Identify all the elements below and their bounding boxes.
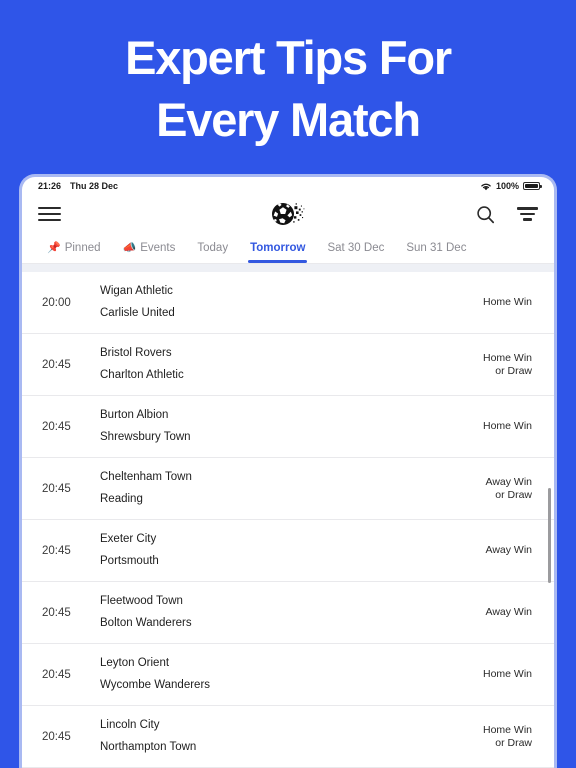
match-kickoff-time: 20:45 [42,730,71,743]
tablet-screen: 21:26 Thu 28 Dec 100% 📌 Pinned 📣 Events … [22,177,554,768]
match-tip-prediction: Away Win or Draw [485,475,533,501]
match-tip-prediction: Away Win [485,606,533,618]
match-tip-prediction: Away Win [485,544,533,556]
match-row[interactable]: 20:45 Lincoln City Northampton Town Home Wi… [22,706,554,768]
away-team-name: Shrewsbury Town [100,431,191,443]
home-team-name: Wigan Athletic [100,284,173,297]
tab-label: Sun 31 Dec [406,242,467,254]
match-row[interactable]: 20:45 Cheltenham Town Reading Away Win or D… [22,458,554,520]
match-teams: Fleetwood Town Bolton Wanderers [100,594,486,630]
battery-full-icon [523,182,542,190]
away-team-name: Wycombe Wanderers [100,679,211,691]
match-teams: Burton Albion Shrewsbury Town [100,408,483,444]
home-team-name: Burton Albion [100,408,169,421]
home-team-name: Cheltenham Town [100,470,192,483]
match-tip-prediction: Home Win or Draw [482,351,532,377]
tab-events[interactable]: 📣 Events [112,233,187,263]
away-team-name: Bolton Wanderers [100,617,192,629]
match-kickoff-time: 20:45 [42,358,71,371]
tab-tomorrow[interactable]: Tomorrow [239,233,316,263]
tab-label: Sat 30 Dec [327,242,385,254]
match-teams: Leyton Orient Wycombe Wanderers [100,656,483,692]
battery-percent-label: 100% [495,181,519,191]
soccer-ball-logo [271,201,305,227]
match-teams: Cheltenham Town Reading [100,470,486,506]
match-tip-prediction: Home Win [482,296,532,308]
match-row[interactable]: 20:45 Fleetwood Town Bolton Wanderers Away … [22,582,554,644]
tab-sat-30-dec[interactable]: Sat 30 Dec [316,233,395,263]
match-kickoff-time: 20:00 [42,296,71,309]
match-kickoff-time: 20:45 [42,482,71,495]
tab-sun-31-dec[interactable]: Sun 31 Dec [395,233,477,263]
hero-headline-line-2: Every Match [156,93,421,146]
pin-icon: 📌 [47,241,61,254]
tablet-device-frame: 21:26 Thu 28 Dec 100% 📌 Pinned 📣 Events … [19,174,557,768]
app-header-bar [22,195,554,233]
home-team-name: Exeter City [100,532,157,545]
match-teams: Lincoln City Northampton Town [100,718,483,754]
ios-status-bar: 21:26 Thu 28 Dec 100% [22,177,554,195]
filter-icon[interactable] [517,204,538,224]
match-teams: Bristol Rovers Charlton Athletic [100,346,483,382]
megaphone-icon: 📣 [122,241,137,254]
match-tip-prediction: Home Win [482,420,532,432]
match-teams: Wigan Athletic Carlisle United [100,284,483,320]
home-team-name: Leyton Orient [100,656,170,669]
scrollbar-thumb[interactable] [548,488,551,583]
hero-headline-line-1: Expert Tips For [125,31,452,84]
hero-banner: Expert Tips For Every Match [0,0,576,175]
match-row[interactable]: 20:45 Bristol Rovers Charlton Athletic Home… [22,334,554,396]
status-bar-time: 21:26 [38,181,62,191]
match-list: 20:00 Wigan Athletic Carlisle United Home W… [22,264,554,768]
tab-label: Events [140,242,176,254]
tab-pinned[interactable]: 📌 Pinned [36,233,112,263]
tab-label: Tomorrow [250,242,306,254]
match-tip-prediction: Home Win [482,668,532,680]
match-kickoff-time: 20:45 [42,420,71,433]
tab-today[interactable]: Today [186,233,239,263]
date-tab-bar: 📌 Pinned 📣 Events Today Tomorrow Sat 30 … [22,233,554,264]
home-team-name: Bristol Rovers [100,346,172,359]
match-tip-prediction: Home Win or Draw [482,723,532,749]
search-icon[interactable] [476,205,495,224]
status-bar-date: Thu 28 Dec [70,181,119,191]
match-kickoff-time: 20:45 [42,668,71,681]
match-row[interactable]: 20:45 Leyton Orient Wycombe Wanderers Home … [22,644,554,706]
tab-label: Pinned [64,242,101,254]
wifi-icon [481,183,491,190]
scrollbar-track[interactable] [547,264,551,768]
away-team-name: Reading [100,493,143,505]
match-row[interactable]: 20:00 Wigan Athletic Carlisle United Home W… [22,272,554,334]
hamburger-menu-icon[interactable] [38,203,61,225]
away-team-name: Northampton Town [100,741,197,753]
match-row[interactable]: 20:45 Burton Albion Shrewsbury Town Home Wi… [22,396,554,458]
away-team-name: Portsmouth [100,555,159,567]
home-team-name: Fleetwood Town [100,594,183,607]
tab-label: Today [197,242,229,254]
away-team-name: Charlton Athletic [100,369,184,381]
match-teams: Exeter City Portsmouth [100,532,486,568]
match-row[interactable]: 20:45 Exeter City Portsmouth Away Win [22,520,554,582]
home-team-name: Lincoln City [100,718,160,731]
away-team-name: Carlisle United [100,307,175,319]
list-top-spacer [22,264,554,272]
match-kickoff-time: 20:45 [42,544,71,557]
match-kickoff-time: 20:45 [42,606,71,619]
